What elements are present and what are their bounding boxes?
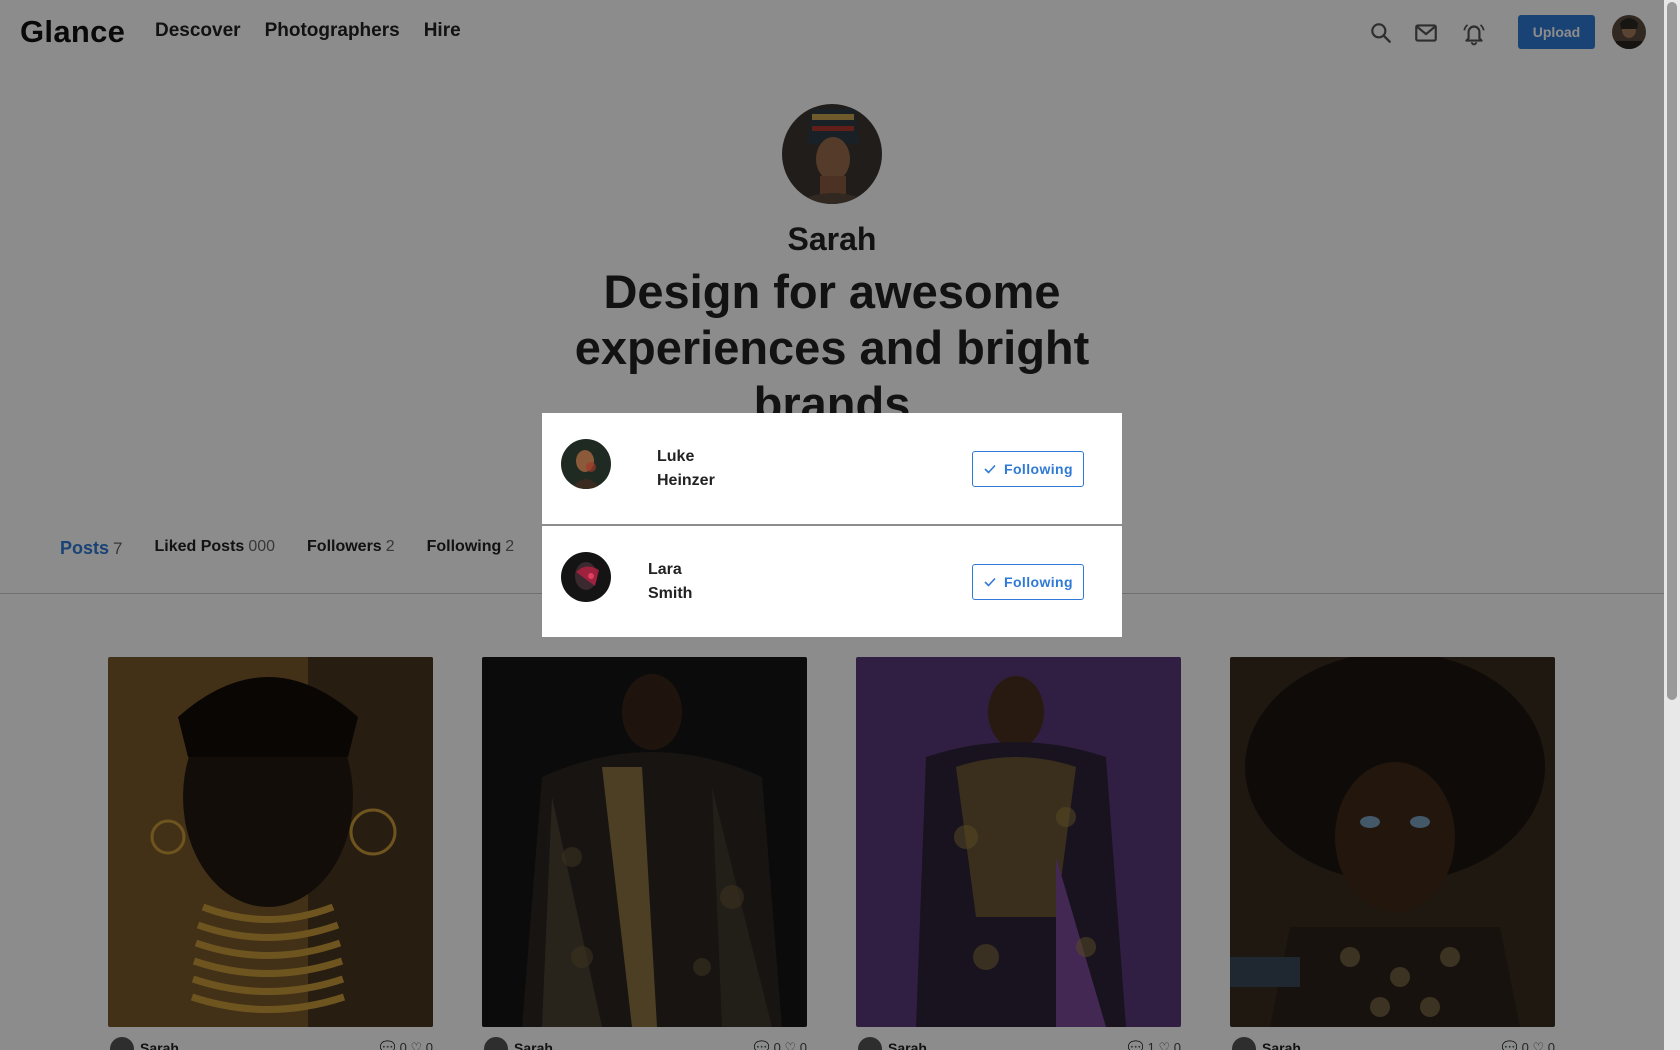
following-button[interactable]: Following <box>972 564 1084 600</box>
user-name[interactable]: Lara Smith <box>648 558 692 606</box>
page-scrollbar[interactable] <box>1664 0 1680 1050</box>
following-modal: Luke Heinzer Following Lara Smith Followin… <box>542 413 1122 637</box>
check-icon <box>984 577 996 587</box>
user-name[interactable]: Luke Heinzer <box>657 445 715 493</box>
user-avatar-luke[interactable] <box>561 439 611 489</box>
scrollbar-thumb[interactable] <box>1667 2 1677 700</box>
following-button[interactable]: Following <box>972 451 1084 487</box>
user-avatar-lara[interactable] <box>561 552 611 602</box>
following-list-item: Luke Heinzer Following <box>542 413 1122 524</box>
check-icon <box>984 464 996 474</box>
following-list-item: Lara Smith Following <box>542 526 1122 637</box>
